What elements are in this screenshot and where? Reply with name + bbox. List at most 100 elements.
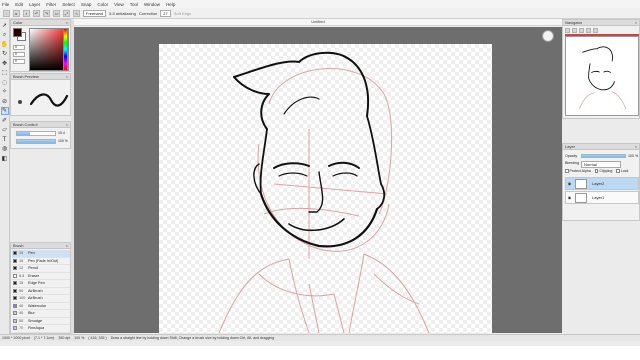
navigator-panel: Navigator × xyxy=(562,19,640,119)
zoom-in-icon[interactable] xyxy=(565,28,570,33)
clipping-checkbox[interactable] xyxy=(594,169,599,173)
rotate-right-icon[interactable] xyxy=(586,28,591,33)
rotate-icon[interactable]: ↻ xyxy=(1,50,9,58)
brush-item[interactable]: 12 Pencil xyxy=(12,265,70,273)
menu-edit[interactable]: Edit xyxy=(15,2,23,7)
save-icon[interactable]: ▪ xyxy=(23,9,30,17)
color-field-r[interactable]: 0 xyxy=(13,45,25,50)
protect-alpha-checkbox[interactable] xyxy=(565,169,569,173)
menu-select[interactable]: Select xyxy=(62,2,75,7)
brush-size-slider[interactable] xyxy=(16,131,56,136)
brush-item[interactable]: 40 Watercolor xyxy=(12,303,70,310)
brush-name: Eraser xyxy=(28,273,40,278)
correction-select[interactable]: 27 xyxy=(160,9,171,17)
brush-item[interactable]: 50 AirBrush xyxy=(12,288,70,295)
brush-name: AirBrush xyxy=(28,288,43,293)
close-icon[interactable]: × xyxy=(635,20,637,25)
canvas-area[interactable] xyxy=(74,27,562,333)
eyedropper-icon[interactable]: ⊘ xyxy=(1,97,9,105)
brush-control-panel: Brush Control × 15.4 100 % xyxy=(10,121,71,149)
brush-item[interactable]: 15 Pen (Fade In/Out) xyxy=(12,258,70,265)
layer-thumbnail xyxy=(575,179,587,189)
zoom-out-icon[interactable] xyxy=(572,28,577,33)
document-title: Untitled xyxy=(74,19,562,26)
move-icon[interactable]: ✥ xyxy=(1,59,9,67)
brush-opacity-slider[interactable] xyxy=(16,139,56,144)
layer-item-layer2[interactable]: ◉ Layer2 xyxy=(565,177,639,190)
antialiasing-label[interactable]: 5.5 antialiasing xyxy=(109,11,136,16)
pen-icon[interactable]: ✎ xyxy=(0,106,9,115)
fill-icon[interactable]: ◍ xyxy=(1,145,9,153)
brush-color-swatch xyxy=(13,258,17,263)
undo-icon[interactable]: ↶ xyxy=(33,9,40,17)
close-icon[interactable]: × xyxy=(66,20,68,25)
text-icon[interactable]: T xyxy=(1,135,9,143)
menu-file[interactable]: File xyxy=(2,2,9,7)
brush-item[interactable]: 15 Pen xyxy=(12,250,70,258)
menu-filter[interactable]: Filter xyxy=(46,2,56,7)
menu-color[interactable]: Color xyxy=(97,2,108,7)
navigator-thumbnail[interactable] xyxy=(565,36,639,116)
menu-window[interactable]: Window xyxy=(144,2,160,7)
eraser-icon[interactable]: ▱ xyxy=(1,126,9,134)
blending-select[interactable]: Normal xyxy=(581,160,621,168)
gradient-icon[interactable]: ◧ xyxy=(1,154,9,162)
magic-wand-icon[interactable]: ✧ xyxy=(1,88,9,96)
layer-opacity-slider[interactable] xyxy=(581,154,626,158)
stroke-mode-select[interactable]: Freehand xyxy=(83,9,107,17)
brush-opacity-row: 100 % xyxy=(13,139,70,144)
brush-control-header: Brush Control × xyxy=(11,122,70,128)
menu-tool[interactable]: Tool xyxy=(130,2,138,7)
avatar[interactable] xyxy=(542,30,554,42)
layer-item-layer1[interactable]: ◉ Layer1 xyxy=(565,191,639,204)
soft-edge-label[interactable]: Soft Edge xyxy=(174,11,192,16)
menu-help[interactable]: Help xyxy=(166,2,175,7)
menu-view[interactable]: View xyxy=(114,2,124,7)
brush-item[interactable]: 40 Blur xyxy=(12,310,70,318)
status-hint: Draw a straight line by holding down Shi… xyxy=(110,336,275,340)
select-rect-icon[interactable]: ⬚ xyxy=(1,69,9,77)
color-panel: Color × 0 0 0 xyxy=(10,19,71,72)
brush-item[interactable]: 50 Smudge xyxy=(12,318,70,325)
foreground-color-swatch[interactable] xyxy=(13,28,22,37)
eye-icon[interactable]: ◉ xyxy=(567,181,572,186)
layer-thumbnail xyxy=(575,193,587,203)
eye-icon[interactable]: ◉ xyxy=(567,195,572,200)
color-panel-header: Color × xyxy=(11,20,70,26)
tool-options-bar: ▫ ▸ ▪ ↶ ↷ ▭ ⤢ ∿ Freehand 5.5 antialiasin… xyxy=(0,8,640,19)
close-icon[interactable]: × xyxy=(66,74,68,79)
color-field-b[interactable]: 0 xyxy=(13,59,25,64)
open-icon[interactable]: ▸ xyxy=(13,9,20,17)
close-icon[interactable]: × xyxy=(635,144,637,149)
new-icon[interactable]: ▫ xyxy=(3,9,10,17)
brush-name: AirBrush xyxy=(28,296,43,301)
brush-opacity-fill xyxy=(17,140,55,143)
color-field-g[interactable]: 0 xyxy=(13,52,25,57)
brush-icon[interactable]: ✐ xyxy=(1,116,9,124)
zoom-icon[interactable]: ⌕ xyxy=(1,31,9,39)
brush-item[interactable]: 100 AirBrush xyxy=(12,295,70,303)
status-zoom: 100 % xyxy=(74,336,85,340)
rotate-left-icon[interactable] xyxy=(579,28,584,33)
brush-item[interactable]: 70 FineAqua xyxy=(12,325,70,333)
hue-slider[interactable] xyxy=(63,28,68,71)
redo-icon[interactable]: ↷ xyxy=(43,9,50,17)
brush-tip-dot xyxy=(18,100,22,104)
layer-name: Layer2 xyxy=(592,181,605,186)
close-icon[interactable]: × xyxy=(66,122,68,127)
transform-icon[interactable]: ⤢ xyxy=(63,9,70,17)
reset-view-icon[interactable] xyxy=(593,28,598,33)
drawing-canvas[interactable] xyxy=(159,44,492,333)
deselect-icon[interactable]: ▭ xyxy=(53,9,60,17)
pointer-icon[interactable]: ➚ xyxy=(1,21,9,29)
brush-item[interactable]: 15 Edge Pen xyxy=(12,280,70,288)
lasso-icon[interactable]: ◌ xyxy=(1,78,9,86)
status-cm: (7.1 * 7.1cm) xyxy=(33,336,55,340)
lock-checkbox[interactable] xyxy=(616,169,620,173)
hand-icon[interactable]: ✋ xyxy=(1,40,9,48)
close-icon[interactable]: × xyxy=(66,243,68,248)
menu-snap[interactable]: Snap xyxy=(81,2,92,7)
brush-item[interactable]: 6.5 Eraser xyxy=(12,273,70,280)
menu-layer[interactable]: Layer xyxy=(29,2,40,7)
stroke-mode-icon[interactable]: ∿ xyxy=(73,9,80,17)
